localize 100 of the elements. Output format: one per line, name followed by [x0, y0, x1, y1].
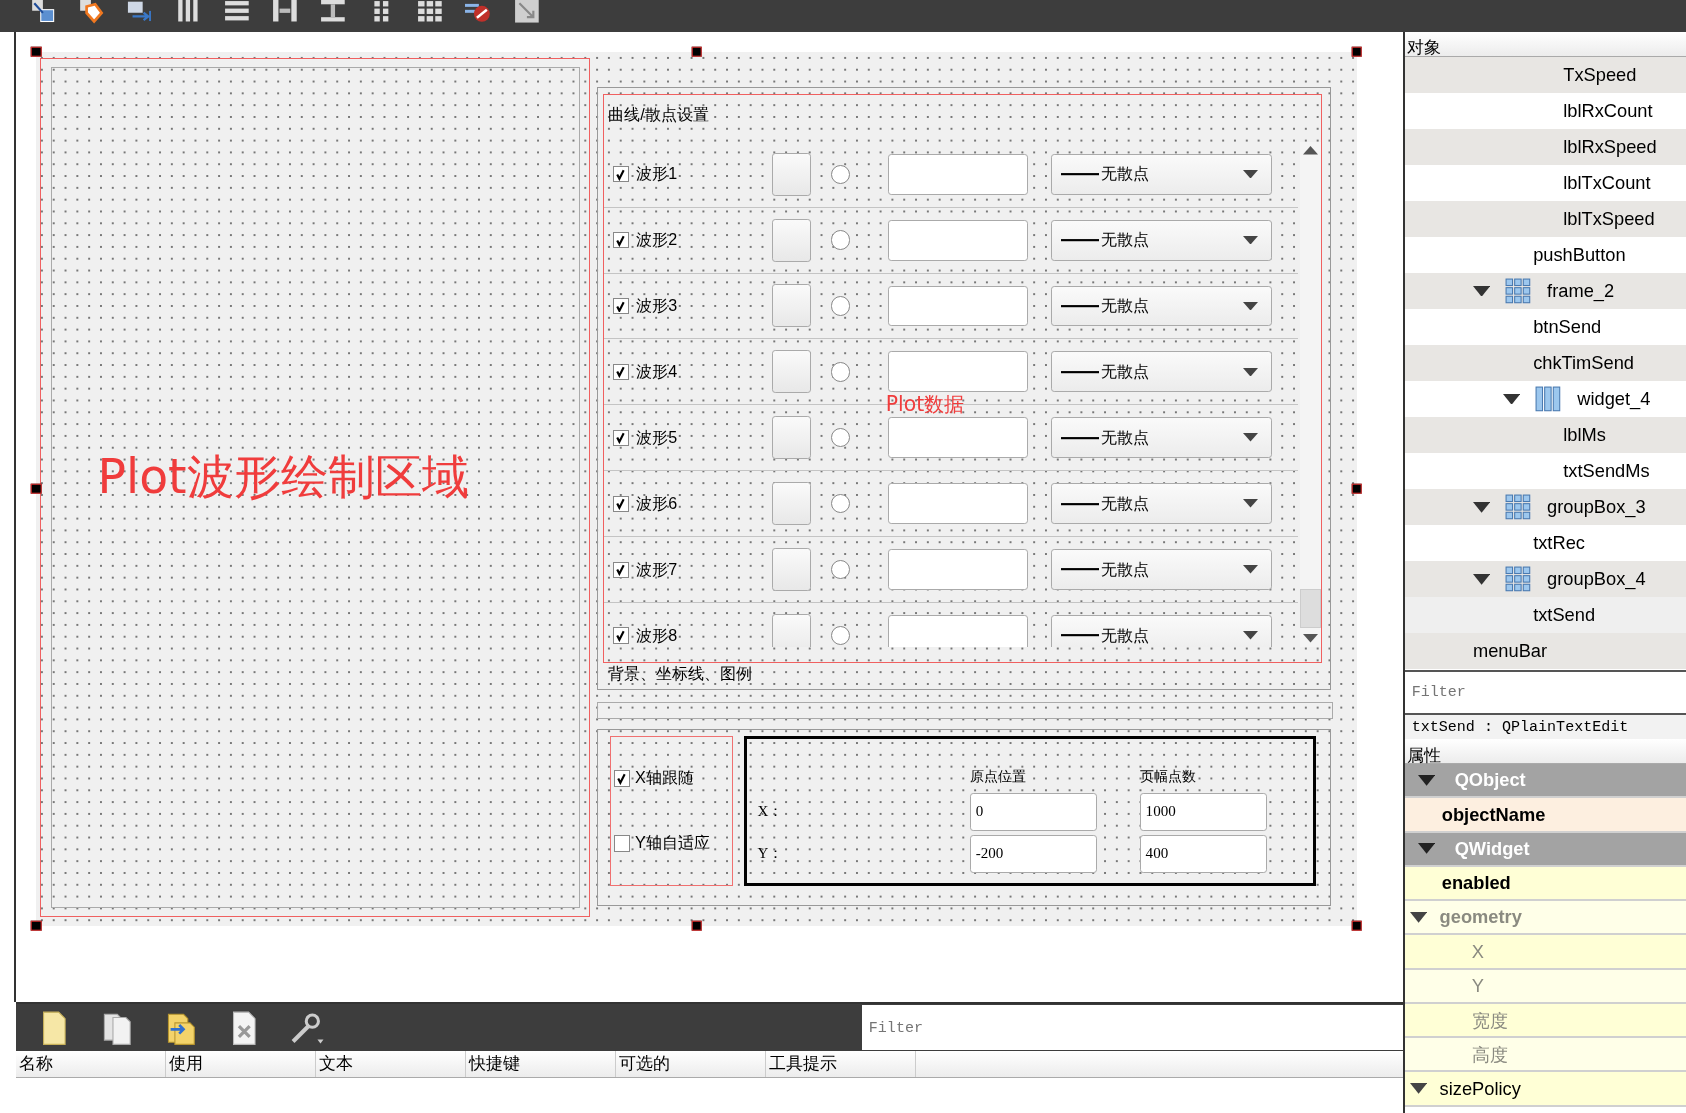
- filter-field[interactable]: Filter: [1405, 669, 1686, 715]
- column-header[interactable]: 可选的: [616, 1051, 767, 1078]
- horizontal-splitter-icon[interactable]: [271, 0, 298, 24]
- name-field[interactable]: [887, 417, 1028, 459]
- name-field[interactable]: [887, 351, 1028, 393]
- checkbox[interactable]: [612, 561, 629, 578]
- radio-button[interactable]: [830, 296, 851, 316]
- radio-button[interactable]: [830, 230, 851, 250]
- column-label: 页幅点数: [1140, 768, 1198, 786]
- checkbox[interactable]: [612, 627, 629, 644]
- scrollbar[interactable]: [1300, 141, 1322, 648]
- resize-handle[interactable]: [1351, 483, 1363, 494]
- style-dropdown[interactable]: 无散点: [1051, 417, 1272, 459]
- radio-button[interactable]: [830, 164, 851, 184]
- column-header[interactable]: 使用: [166, 1051, 317, 1078]
- resize-handle[interactable]: [31, 46, 42, 57]
- property-row[interactable]: objectName: [1405, 798, 1686, 833]
- checkbox[interactable]: [612, 297, 629, 315]
- option-label: Y轴自适应: [635, 832, 710, 854]
- tree-item[interactable]: txtSend: [1405, 597, 1686, 634]
- resize-handle[interactable]: [31, 920, 42, 932]
- radio-button[interactable]: [830, 494, 851, 514]
- wave-label: 波形7: [636, 558, 679, 580]
- expand-arrow-icon[interactable]: [1418, 843, 1436, 855]
- widget-arrow-icon[interactable]: [30, 0, 56, 24]
- expand-arrow-icon[interactable]: [1472, 285, 1491, 297]
- value-field[interactable]: 1000: [1140, 793, 1268, 831]
- checkbox[interactable]: [613, 835, 630, 852]
- style-dropdown[interactable]: 无散点: [1051, 483, 1272, 525]
- scroll-down-icon[interactable]: [1303, 634, 1319, 643]
- expand-arrow-icon[interactable]: [1418, 774, 1436, 786]
- tree-item[interactable]: menuBar: [1405, 633, 1686, 670]
- vertical-splitter-icon[interactable]: [320, 0, 347, 24]
- checkbox[interactable]: [612, 166, 629, 183]
- radio-button[interactable]: [830, 559, 851, 580]
- color-button[interactable]: [771, 218, 812, 262]
- filter-field[interactable]: Filter: [862, 1005, 1404, 1051]
- color-button[interactable]: [771, 284, 812, 328]
- tree-item[interactable]: groupBox_3: [1405, 489, 1686, 526]
- color-button[interactable]: [771, 152, 812, 196]
- name-field[interactable]: [887, 219, 1028, 261]
- checkbox[interactable]: [613, 770, 630, 787]
- name-field[interactable]: [887, 153, 1028, 195]
- value-field[interactable]: 0: [970, 793, 1098, 831]
- tree-item[interactable]: frame_2: [1405, 273, 1686, 310]
- column-label: 原点位置: [970, 768, 1028, 786]
- color-button[interactable]: [771, 482, 812, 526]
- property-row[interactable]: sizePolicy: [1405, 1072, 1686, 1107]
- scroll-up-icon[interactable]: [1303, 146, 1319, 155]
- expand-arrow-icon[interactable]: [1472, 501, 1491, 513]
- color-button[interactable]: [771, 614, 812, 648]
- checkbox[interactable]: [612, 232, 629, 249]
- value-field[interactable]: 400: [1140, 835, 1268, 873]
- style-dropdown[interactable]: 无散点: [1051, 615, 1272, 648]
- style-dropdown[interactable]: 无散点: [1051, 549, 1272, 591]
- color-button[interactable]: [771, 548, 812, 592]
- grid-icon[interactable]: [417, 0, 443, 24]
- radio-button[interactable]: [830, 625, 851, 646]
- style-dropdown[interactable]: 无散点: [1051, 285, 1272, 327]
- name-field[interactable]: [887, 549, 1028, 591]
- column-header[interactable]: 名称: [16, 1051, 167, 1078]
- checkbox[interactable]: [612, 495, 629, 512]
- expand-arrow-icon[interactable]: [1503, 393, 1521, 405]
- scroll-thumb[interactable]: [1300, 589, 1322, 628]
- resize-handle[interactable]: [1351, 920, 1363, 932]
- tag-icon[interactable]: [78, 0, 105, 24]
- expand-arrow-icon[interactable]: [1472, 573, 1491, 585]
- color-button[interactable]: [771, 416, 812, 460]
- resize-handle[interactable]: [691, 46, 702, 57]
- color-button[interactable]: [771, 350, 812, 394]
- expand-arrow-icon[interactable]: [1409, 1083, 1427, 1094]
- column-header[interactable]: 快捷键: [466, 1051, 617, 1078]
- column-header[interactable]: 文本: [316, 1051, 467, 1078]
- style-dropdown[interactable]: 无散点: [1051, 153, 1272, 195]
- wave-label: 波形5: [636, 426, 679, 448]
- tree-item[interactable]: lblTxSpeed: [1405, 201, 1686, 238]
- name-field[interactable]: [887, 285, 1028, 327]
- resize-handle[interactable]: [691, 920, 702, 932]
- tree-item[interactable]: chkTimSend: [1405, 345, 1686, 382]
- radio-button[interactable]: [830, 428, 851, 448]
- checkbox[interactable]: [612, 429, 629, 446]
- value-field[interactable]: -200: [970, 835, 1098, 873]
- number-arrow-icon[interactable]: [126, 0, 153, 24]
- name-field[interactable]: [887, 483, 1028, 525]
- tree-item[interactable]: lblMs: [1405, 417, 1686, 454]
- adjust-size-icon[interactable]: [513, 0, 540, 24]
- wave-label: 波形4: [636, 360, 679, 382]
- columns-icon[interactable]: [175, 0, 201, 24]
- tree-item[interactable]: groupBox_4: [1405, 561, 1686, 598]
- tree-item[interactable]: TxSpeed: [1405, 56, 1686, 93]
- resize-handle[interactable]: [1351, 46, 1363, 57]
- column-header[interactable]: 工具提示: [766, 1051, 917, 1078]
- style-dropdown[interactable]: 无散点: [1051, 219, 1272, 261]
- property-row[interactable]: enabled: [1405, 866, 1686, 902]
- checkbox[interactable]: [612, 363, 629, 380]
- tree-item[interactable]: lblRxSpeed: [1405, 129, 1686, 165]
- resize-handle[interactable]: [31, 483, 42, 494]
- name-field[interactable]: [887, 615, 1028, 648]
- style-dropdown[interactable]: 无散点: [1051, 351, 1272, 393]
- radio-button[interactable]: [830, 362, 851, 382]
